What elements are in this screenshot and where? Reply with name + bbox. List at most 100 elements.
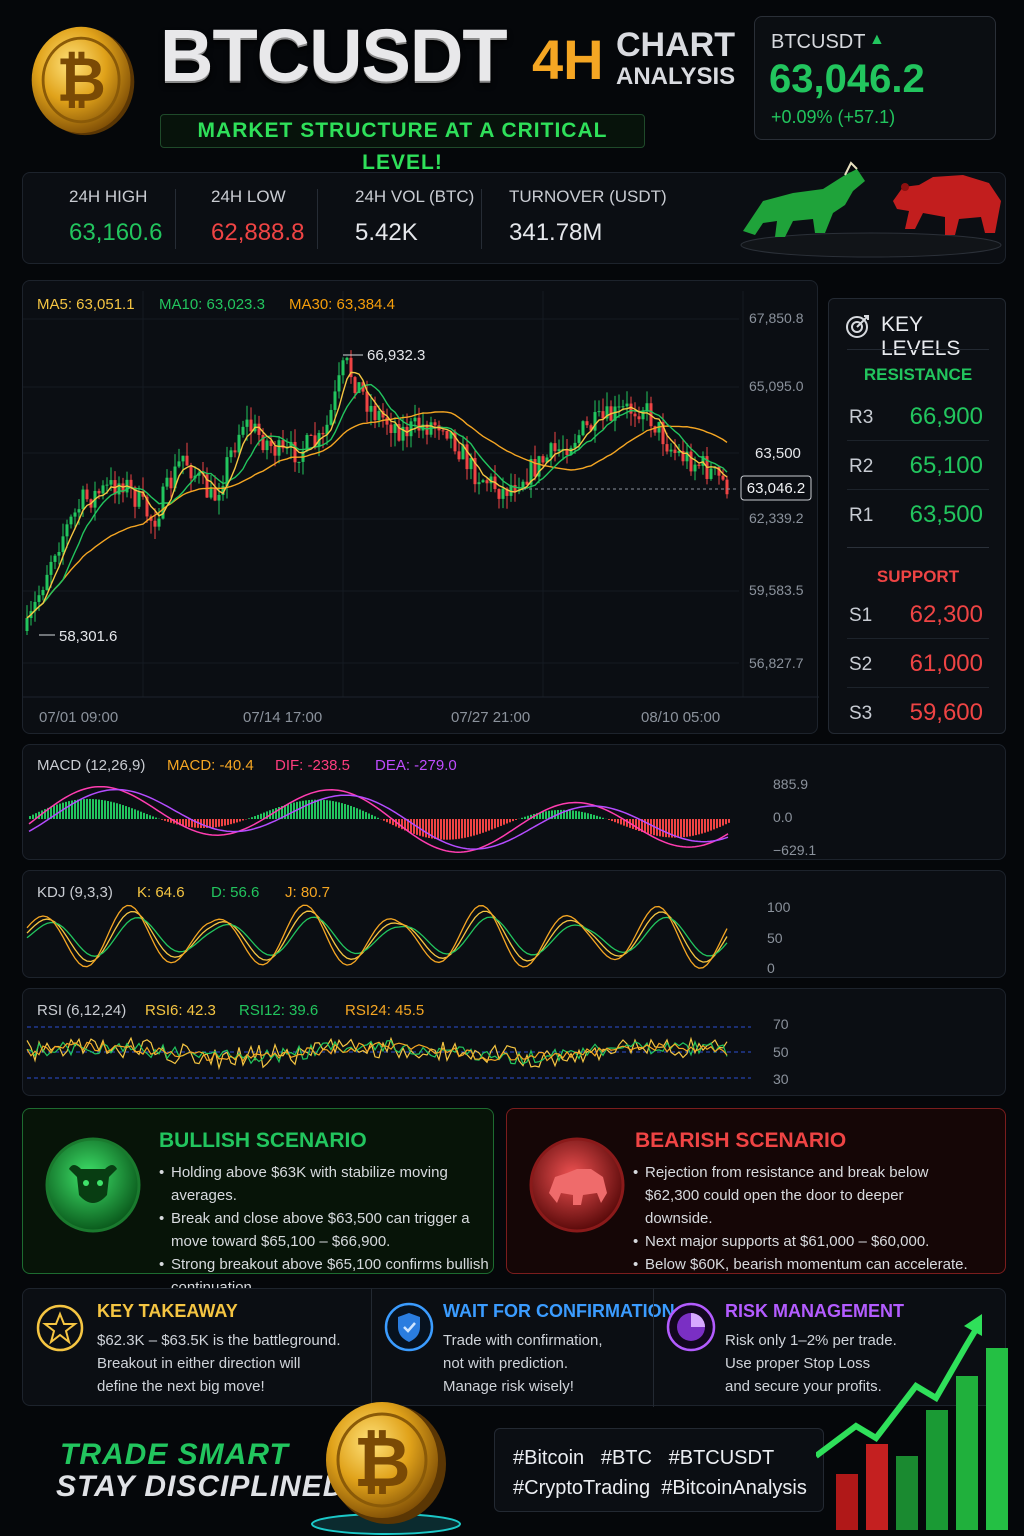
candle-body: [249, 419, 253, 432]
macd-histogram-bar: [659, 819, 661, 837]
macd-histogram-bar: [521, 817, 523, 819]
macd-histogram-bar: [89, 798, 91, 819]
macd-histogram-bar: [332, 801, 334, 819]
high-label: 66,932.3: [367, 347, 425, 364]
bearish-scenario-card: BEARISH SCENARIO Rejection from resistan…: [506, 1108, 1006, 1276]
candle-body: [61, 536, 65, 553]
star-icon: [36, 1304, 84, 1352]
rsi-panel[interactable]: RSI (6,12,24) RSI6: 42.3 RSI12: 39.6 RSI24:…: [22, 988, 1006, 1096]
macd-histogram-bar: [434, 819, 436, 839]
ticker-card[interactable]: BTCUSDT ▲ 63,046.2 +0.09% (+57.1): [754, 16, 996, 140]
macd-histogram-bar: [476, 819, 478, 835]
support-heading: SUPPORT: [876, 567, 960, 586]
level-value: 59,600: [909, 699, 983, 726]
macd-histogram-bar: [56, 804, 58, 819]
macd-histogram-bar: [614, 819, 616, 823]
kdj-chart[interactable]: KDJ (9,3,3) K: 64.6 D: 56.6 J: 80.7 100 50 0: [23, 871, 1007, 979]
macd-histogram-bar: [137, 810, 139, 819]
macd-histogram-bar: [455, 819, 457, 840]
x-tick-label: 07/01 09:00: [39, 709, 118, 726]
macd-histogram-bar: [326, 800, 328, 819]
macd-histogram-bar: [560, 809, 562, 819]
candle-body: [593, 412, 597, 431]
candle-body: [413, 417, 417, 422]
ma-legend-item: MA5: 63,051.1: [37, 296, 135, 313]
macd-panel[interactable]: MACD (12,26,9) MACD: -40.4 DIF: -238.5 DEA:…: [22, 744, 1006, 860]
macd-histogram-bar: [83, 799, 85, 819]
candle-body: [105, 484, 109, 486]
svg-text:₿: ₿: [353, 1421, 410, 1503]
shield-icon: [384, 1302, 434, 1352]
macd-histogram-bar: [374, 816, 376, 819]
hashtags-line-1: #Bitcoin #BTC #BTCUSDT: [513, 1447, 775, 1469]
macd-histogram-bar: [473, 819, 475, 836]
macd-histogram-bar: [116, 803, 118, 819]
candle-body: [469, 457, 473, 470]
ticker-symbol: BTCUSDT: [771, 31, 866, 53]
rsi12-value: RSI12: 39.6: [239, 1002, 318, 1019]
y-tick-label: 50: [767, 930, 783, 946]
macd-histogram-bar: [578, 811, 580, 819]
candle-body: [77, 509, 81, 513]
macd-histogram-bar: [704, 819, 706, 833]
macd-histogram-bar: [221, 819, 223, 827]
candle-body: [541, 456, 545, 463]
price-chart[interactable]: MA5: 63,051.1 MA10: 63,023.3 MA30: 63,384.…: [23, 281, 819, 735]
macd-histogram-bar: [587, 813, 589, 819]
candle-body: [345, 357, 349, 361]
candle-body: [137, 491, 141, 507]
level-value: 65,100: [909, 452, 983, 479]
macd-histogram-bar: [650, 819, 652, 835]
macd-histogram-bar: [608, 819, 610, 820]
rsi-chart[interactable]: RSI (6,12,24) RSI6: 42.3 RSI12: 39.6 RSI24:…: [23, 989, 1007, 1097]
macd-histogram-bar: [134, 809, 136, 819]
candle-body: [513, 485, 517, 492]
macd-histogram-bar: [92, 799, 94, 819]
macd-histogram-bar: [365, 812, 367, 819]
candle-body: [85, 489, 89, 500]
bearish-title: BEARISH SCENARIO: [635, 1129, 847, 1152]
macd-histogram-bar: [338, 802, 340, 819]
y-tick-label: 50: [773, 1044, 789, 1060]
price-chart-panel[interactable]: MA5: 63,051.1 MA10: 63,023.3 MA30: 63,384.…: [22, 280, 819, 735]
macd-histogram-bar: [452, 819, 454, 840]
macd-histogram-bar: [143, 812, 145, 819]
candle-body: [217, 494, 221, 501]
bull-bear-illustration: [740, 161, 1002, 258]
macd-histogram-bar: [29, 816, 31, 819]
candle-body: [157, 518, 161, 527]
target-icon: [846, 315, 869, 338]
candle-body: [633, 413, 637, 417]
up-arrow-icon: ▲: [869, 31, 885, 48]
card-line: Breakout in either direction will: [97, 1355, 301, 1372]
macd-histogram-bar: [377, 817, 379, 819]
macd-histogram-bar: [443, 819, 445, 840]
candle-body: [465, 444, 469, 470]
macd-histogram-bar: [77, 799, 79, 819]
dif-value: DIF: -238.5: [275, 757, 350, 774]
list-item: Below $60K, bearish momentum can acceler…: [633, 1253, 973, 1276]
candle-body: [241, 426, 245, 435]
card-title-takeaway: KEY TAKEAWAY: [97, 1301, 238, 1321]
candle-body: [41, 590, 45, 596]
macd-histogram-bar: [584, 812, 586, 819]
macd-histogram-bar: [110, 801, 112, 819]
y-tick-label: 100: [767, 899, 791, 915]
svg-text:₿: ₿: [56, 46, 106, 116]
macd-histogram-bar: [422, 819, 424, 837]
macd-histogram-bar: [113, 802, 115, 819]
macd-histogram-bar: [707, 819, 709, 832]
candle-body: [309, 434, 313, 436]
y-tick-label: 0: [767, 960, 775, 976]
page-title: BTCUSDT: [160, 14, 508, 97]
card-line: Trade with confirmation,: [443, 1332, 603, 1349]
y-tick-label: 67,850.8: [749, 310, 804, 326]
macd-histogram-bar: [617, 819, 619, 824]
subtitle-banner: MARKET STRUCTURE AT A CRITICAL LEVEL!: [160, 114, 645, 174]
kdj-panel[interactable]: KDJ (9,3,3) K: 64.6 D: 56.6 J: 80.7 100 50 0: [22, 870, 1006, 978]
macd-histogram-bar: [542, 811, 544, 819]
macd-chart[interactable]: MACD (12,26,9) MACD: -40.4 DIF: -238.5 DEA:…: [23, 745, 1007, 861]
candle-body: [73, 512, 77, 517]
card-line: $62.3K – $63.5K is the battleground.: [97, 1332, 341, 1349]
macd-histogram-bar: [386, 819, 388, 823]
